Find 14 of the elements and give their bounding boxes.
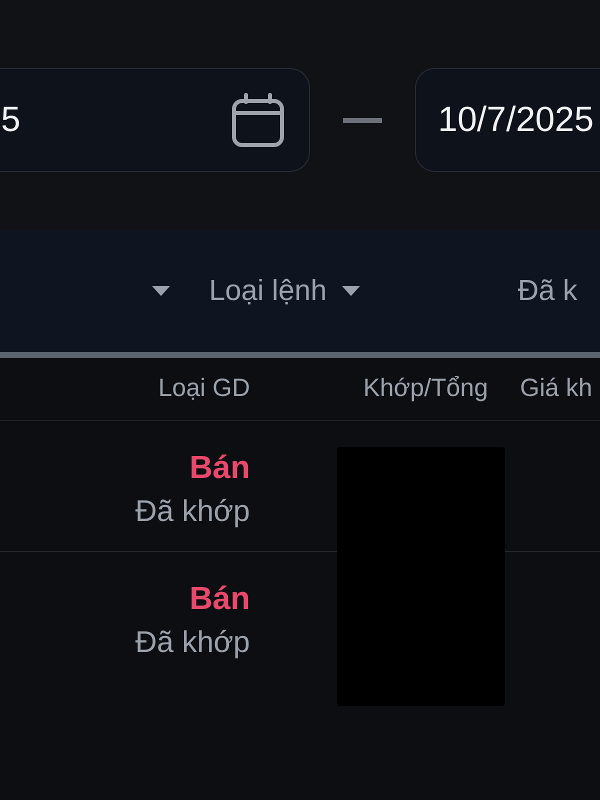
trade-type-text: Bán bbox=[190, 579, 250, 618]
date-field[interactable]: 10/7/2025 bbox=[415, 68, 600, 172]
date-field[interactable]: 5 bbox=[0, 68, 310, 172]
dash-icon bbox=[343, 118, 382, 123]
filter-dropdown[interactable]: Đã k bbox=[518, 274, 578, 308]
caret-icon[interactable] bbox=[152, 286, 170, 296]
trade-type-text: Bán bbox=[190, 448, 250, 487]
calendar-icon bbox=[231, 93, 285, 147]
column-header[interactable]: Khớp/Tổng bbox=[262, 370, 500, 408]
order-status-text: Đã khớp bbox=[135, 625, 250, 661]
filter-dropdown[interactable]: Loại lệnh bbox=[209, 274, 360, 308]
column-header[interactable]: Giá kh bbox=[500, 370, 600, 408]
column-header[interactable]: Loại GD bbox=[0, 370, 262, 408]
order-status-text: Đã khớp bbox=[135, 494, 250, 530]
